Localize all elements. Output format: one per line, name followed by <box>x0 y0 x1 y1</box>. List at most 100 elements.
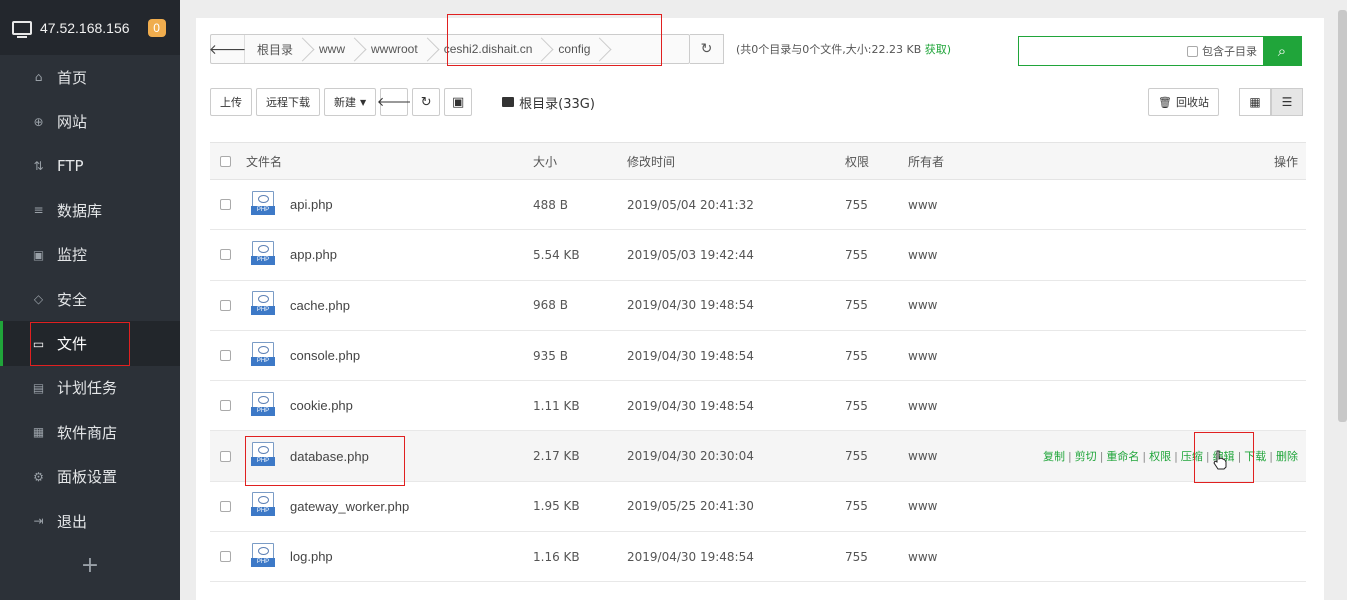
file-mtime: 2019/05/03 19:42:44 <box>627 247 754 262</box>
notification-badge[interactable]: 0 <box>147 18 166 37</box>
header-time[interactable]: 修改时间 <box>627 153 675 170</box>
search-icon[interactable]: ⌕ <box>1263 37 1301 65</box>
terminal-icon[interactable]: ▣ <box>444 88 473 116</box>
sidebar-item-3[interactable]: ≡ 数据库 <box>0 188 180 232</box>
row-checkbox[interactable] <box>220 500 231 512</box>
sidebar-item-5[interactable]: ◇ 安全 <box>0 277 180 321</box>
file-perm[interactable]: 755 <box>845 449 868 463</box>
back-icon[interactable]: 🡐 <box>377 88 412 116</box>
file-owner: www <box>908 549 938 564</box>
recycle-bin-button[interactable]: 🗑 回收站 <box>1148 88 1219 116</box>
sidebar-item-9[interactable]: ⚙ 面板设置 <box>0 455 180 499</box>
sidebar-item-7[interactable]: ▤ 计划任务 <box>0 366 180 410</box>
row-checkbox[interactable] <box>220 249 231 261</box>
file-perm[interactable]: 755 <box>845 198 868 212</box>
op-link[interactable]: 权限 <box>1149 450 1171 463</box>
disk-info[interactable]: 根目录(33G) <box>502 93 595 112</box>
op-link[interactable]: 剪切 <box>1075 450 1097 463</box>
header-owner: 所有者 <box>908 154 945 169</box>
sidebar-item-10[interactable]: ⇥ 退出 <box>0 499 180 543</box>
search-input[interactable]: 包含子目录 ⌕ <box>1018 36 1302 66</box>
table-row[interactable]: PHP api.php 488 B 2019/05/04 20:41:32 755 www <box>210 180 1306 231</box>
file-name-cell[interactable]: PHP database.php <box>250 442 369 470</box>
file-name[interactable]: log.php <box>290 549 333 564</box>
file-perm[interactable]: 755 <box>845 499 868 513</box>
file-table: 文件名 大小 修改时间 权限 所有者 操作 PHP api.php 488 B 201… <box>210 142 1306 583</box>
include-subdir-option[interactable]: 包含子目录 <box>1187 43 1257 59</box>
breadcrumb-item[interactable]: 根目录 <box>245 35 307 63</box>
table-row[interactable]: PHP log.php 1.16 KB 2019/04/30 19:48:54 755 w… <box>210 532 1306 583</box>
file-name-cell[interactable]: PHP gateway_worker.php <box>250 492 409 520</box>
scrollbar[interactable] <box>1338 10 1347 422</box>
op-link[interactable]: 删除 <box>1276 450 1298 463</box>
file-size: 968 B <box>533 298 568 313</box>
include-subdir-checkbox[interactable] <box>1187 45 1198 57</box>
table-row[interactable]: PHP database.php 2.17 KB 2019/04/30 20:30:0… <box>210 431 1306 482</box>
row-checkbox[interactable] <box>220 400 231 412</box>
remote-download-button[interactable]: 远程下载 <box>256 88 320 116</box>
sidebar-item-0[interactable]: ⌂ 首页 <box>0 55 180 99</box>
file-perm[interactable]: 755 <box>845 248 868 262</box>
file-name[interactable]: app.php <box>290 247 337 262</box>
row-checkbox[interactable] <box>220 450 231 462</box>
file-perm[interactable]: 755 <box>845 550 868 564</box>
row-checkbox[interactable] <box>220 551 231 563</box>
breadcrumb-item[interactable]: config <box>546 35 604 63</box>
file-name[interactable]: cookie.php <box>290 398 353 413</box>
file-owner: www <box>908 197 938 212</box>
sidebar-item-8[interactable]: ▦ 软件商店 <box>0 410 180 454</box>
new-dropdown-button[interactable]: 新建 ▼ <box>324 88 377 116</box>
refresh-icon[interactable]: ↻ <box>690 34 724 64</box>
breadcrumb-item[interactable]: www <box>307 35 359 63</box>
sidebar-item-2[interactable]: ⇅ FTP <box>0 144 180 188</box>
summary-size: 22.23 KB <box>871 43 922 56</box>
summary-text: (共0个目录与0个文件,大小: <box>736 43 872 56</box>
php-file-icon: PHP <box>250 391 276 420</box>
table-row[interactable]: PHP console.php 935 B 2019/04/30 19:48:54 75… <box>210 331 1306 382</box>
file-name-cell[interactable]: PHP console.php <box>250 341 360 370</box>
refresh-icon[interactable]: ↻ <box>412 88 441 116</box>
row-checkbox[interactable] <box>220 350 231 362</box>
header-size[interactable]: 大小 <box>533 153 557 170</box>
select-all-checkbox[interactable] <box>220 155 231 167</box>
ftp-icon: ⇅ <box>33 158 44 173</box>
file-name[interactable]: api.php <box>290 197 333 212</box>
breadcrumb-item[interactable]: wwwroot <box>359 35 432 63</box>
monitor-icon <box>12 20 32 38</box>
sidebar-item-6[interactable]: ▭ 文件 <box>0 321 180 367</box>
sidebar-item-4[interactable]: ▣ 监控 <box>0 233 180 277</box>
op-link[interactable]: 复制 <box>1043 450 1065 463</box>
table-row[interactable]: PHP gateway_worker.php 1.95 KB 2019/05/25 2… <box>210 482 1306 533</box>
file-name-cell[interactable]: PHP log.php <box>250 542 333 571</box>
file-name-cell[interactable]: PHP app.php <box>250 240 337 269</box>
file-size: 5.54 KB <box>533 247 580 262</box>
grid-view-icon[interactable]: ▦ <box>1239 88 1271 116</box>
get-size-link[interactable]: 获取) <box>925 43 951 56</box>
file-name-cell[interactable]: PHP api.php <box>250 190 333 219</box>
file-perm[interactable]: 755 <box>845 399 868 413</box>
table-row[interactable]: PHP cookie.php 1.11 KB 2019/04/30 19:48:54 7… <box>210 381 1306 432</box>
row-checkbox[interactable] <box>220 199 231 211</box>
file-name[interactable]: database.php <box>290 449 369 464</box>
row-checkbox[interactable] <box>220 299 231 311</box>
table-row[interactable]: PHP cache.php 968 B 2019/04/30 19:48:54 755 w… <box>210 281 1306 331</box>
add-icon[interactable]: + <box>0 543 180 587</box>
file-perm[interactable]: 755 <box>845 298 868 312</box>
upload-button[interactable]: 上传 <box>210 88 252 116</box>
file-name-cell[interactable]: PHP cookie.php <box>250 391 353 420</box>
breadcrumb-item[interactable]: ceshi2.dishait.cn <box>432 35 547 63</box>
file-name[interactable]: gateway_worker.php <box>290 499 409 514</box>
sidebar-item-1[interactable]: ⊕ 网站 <box>0 99 180 143</box>
list-view-icon[interactable]: ☰ <box>1271 88 1303 116</box>
file-name[interactable]: console.php <box>290 348 360 363</box>
table-row[interactable]: PHP app.php 5.54 KB 2019/05/03 19:42:44 755 w… <box>210 230 1306 281</box>
op-link[interactable]: 重命名 <box>1106 450 1139 463</box>
file-owner: www <box>908 298 938 313</box>
file-name[interactable]: cache.php <box>290 298 350 313</box>
header-name[interactable]: 文件名 <box>246 153 282 170</box>
op-link[interactable]: 压缩 <box>1181 450 1203 463</box>
op-link[interactable]: 下载 <box>1244 450 1266 463</box>
file-perm[interactable]: 755 <box>845 349 868 363</box>
file-name-cell[interactable]: PHP cache.php <box>250 291 350 319</box>
back-arrow-icon[interactable]: 🡐 <box>209 35 246 63</box>
